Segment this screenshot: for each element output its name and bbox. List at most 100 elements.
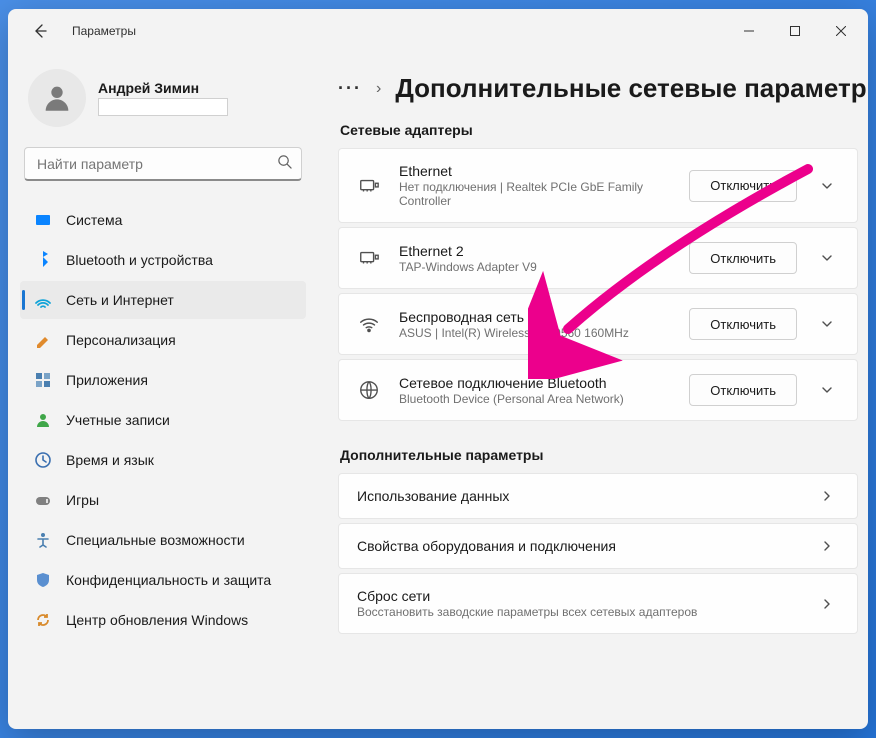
network-icon xyxy=(34,291,52,309)
adapter-text: EthernetНет подключения | Realtek PCIe G… xyxy=(399,163,671,208)
adapter-card: Сетевое подключение BluetoothBluetooth D… xyxy=(338,359,858,421)
person-icon xyxy=(40,81,74,115)
chevron-down-icon xyxy=(821,252,833,264)
accessibility-icon xyxy=(34,531,52,549)
user-row[interactable]: Андрей Зимин xyxy=(20,65,306,137)
chevron-down-icon xyxy=(821,318,833,330)
sidebar-item-label: Учетные записи xyxy=(66,412,170,428)
adapter-subtitle: Нет подключения | Realtek PCIe GbE Famil… xyxy=(399,180,671,208)
setting-card[interactable]: Использование данных xyxy=(338,473,858,519)
adapters-list: EthernetНет подключения | Realtek PCIe G… xyxy=(338,148,858,421)
gaming-icon xyxy=(34,491,52,509)
apps-icon xyxy=(34,371,52,389)
wifi-icon xyxy=(357,312,381,336)
adapter-subtitle: Bluetooth Device (Personal Area Network) xyxy=(399,392,671,406)
update-icon xyxy=(34,611,52,629)
sidebar-item-label: Центр обновления Windows xyxy=(66,612,248,628)
setting-title: Сброс сети xyxy=(357,588,797,604)
chevron-right-icon xyxy=(815,490,839,502)
sidebar-item-bluetooth[interactable]: Bluetooth и устройства xyxy=(20,241,306,279)
sidebar-item-accessibility[interactable]: Специальные возможности xyxy=(20,521,306,559)
arrow-left-icon xyxy=(32,23,48,39)
sidebar-item-label: Bluetooth и устройства xyxy=(66,252,213,268)
avatar xyxy=(28,69,86,127)
titlebar-left: Параметры xyxy=(24,15,136,47)
ethernet-icon xyxy=(357,174,381,198)
settings-window: Параметры Андрей Зимин xyxy=(8,9,868,729)
app-title: Параметры xyxy=(72,24,136,38)
disable-button[interactable]: Отключить xyxy=(689,374,797,406)
user-email-masked xyxy=(98,98,228,116)
sidebar-item-system[interactable]: Система xyxy=(20,201,306,239)
sidebar-item-label: Время и язык xyxy=(66,452,154,468)
bluetooth-icon xyxy=(34,251,52,269)
disable-button[interactable]: Отключить xyxy=(689,308,797,340)
sidebar-item-gaming[interactable]: Игры xyxy=(20,481,306,519)
maximize-icon xyxy=(790,26,800,36)
sidebar-item-label: Персонализация xyxy=(66,332,176,348)
expand-button[interactable] xyxy=(815,252,839,264)
bt-globe-icon xyxy=(357,378,381,402)
sidebar-item-privacy[interactable]: Конфиденциальность и защита xyxy=(20,561,306,599)
adapter-card: Беспроводная сетьASUS | Intel(R) Wireles… xyxy=(338,293,858,355)
adapter-title: Беспроводная сеть xyxy=(399,309,671,325)
sidebar-item-network[interactable]: Сеть и Интернет xyxy=(20,281,306,319)
user-info: Андрей Зимин xyxy=(98,80,228,116)
sidebar-item-apps[interactable]: Приложения xyxy=(20,361,306,399)
chevron-right-icon xyxy=(815,540,839,552)
setting-text: Свойства оборудования и подключения xyxy=(357,538,797,554)
breadcrumb-ellipsis[interactable]: ··· xyxy=(338,78,362,99)
setting-text: Использование данных xyxy=(357,488,797,504)
back-button[interactable] xyxy=(24,15,56,47)
disable-button[interactable]: Отключить xyxy=(689,170,797,202)
additional-list: Использование данных Свойства оборудовани… xyxy=(338,473,858,634)
adapter-text: Ethernet 2TAP-Windows Adapter V9 xyxy=(399,243,671,274)
setting-text: Сброс сетиВосстановить заводские парамет… xyxy=(357,588,797,619)
search-input[interactable] xyxy=(24,147,302,181)
page-title: Дополнительные сетевые параметры xyxy=(395,73,868,104)
close-button[interactable] xyxy=(818,15,864,47)
section-title-adapters: Сетевые адаптеры xyxy=(340,122,858,138)
setting-card[interactable]: Свойства оборудования и подключения xyxy=(338,523,858,569)
expand-button[interactable] xyxy=(815,180,839,192)
section-title-additional: Дополнительные параметры xyxy=(340,447,858,463)
sidebar-item-label: Система xyxy=(66,212,122,228)
adapter-card: EthernetНет подключения | Realtek PCIe G… xyxy=(338,148,858,223)
maximize-button[interactable] xyxy=(772,15,818,47)
breadcrumb: ··· › Дополнительные сетевые параметры xyxy=(338,73,858,104)
chevron-down-icon xyxy=(821,384,833,396)
titlebar: Параметры xyxy=(8,9,868,53)
breadcrumb-separator: › xyxy=(376,80,381,98)
adapter-card: Ethernet 2TAP-Windows Adapter V9 Отключит… xyxy=(338,227,858,289)
ethernet-icon xyxy=(357,246,381,270)
setting-card[interactable]: Сброс сетиВосстановить заводские парамет… xyxy=(338,573,858,634)
adapter-subtitle: TAP-Windows Adapter V9 xyxy=(399,260,671,274)
expand-button[interactable] xyxy=(815,384,839,396)
setting-title: Свойства оборудования и подключения xyxy=(357,538,797,554)
setting-subtitle: Восстановить заводские параметры всех се… xyxy=(357,605,797,619)
body: Андрей Зимин Система Bluetooth и устройст… xyxy=(8,53,868,729)
main-content: ··· › Дополнительные сетевые параметры С… xyxy=(318,53,868,729)
sidebar-item-label: Конфиденциальность и защита xyxy=(66,572,271,588)
sidebar-item-label: Игры xyxy=(66,492,99,508)
user-name: Андрей Зимин xyxy=(98,80,228,96)
sidebar-item-personalization[interactable]: Персонализация xyxy=(20,321,306,359)
disable-button[interactable]: Отключить xyxy=(689,242,797,274)
adapter-text: Сетевое подключение BluetoothBluetooth D… xyxy=(399,375,671,406)
sidebar-item-label: Приложения xyxy=(66,372,148,388)
adapter-subtitle: ASUS | Intel(R) Wireless-AC 9560 160MHz xyxy=(399,326,671,340)
setting-title: Использование данных xyxy=(357,488,797,504)
adapter-title: Ethernet xyxy=(399,163,671,179)
sidebar-item-update[interactable]: Центр обновления Windows xyxy=(20,601,306,639)
expand-button[interactable] xyxy=(815,318,839,330)
adapter-title: Сетевое подключение Bluetooth xyxy=(399,375,671,391)
system-icon xyxy=(34,211,52,229)
nav-list: Система Bluetooth и устройства Сеть и Инте… xyxy=(20,201,306,639)
sidebar-item-accounts[interactable]: Учетные записи xyxy=(20,401,306,439)
minimize-button[interactable] xyxy=(726,15,772,47)
chevron-right-icon xyxy=(815,598,839,610)
sidebar-item-time[interactable]: Время и язык xyxy=(20,441,306,479)
adapter-title: Ethernet 2 xyxy=(399,243,671,259)
sidebar: Андрей Зимин Система Bluetooth и устройст… xyxy=(8,53,318,729)
privacy-icon xyxy=(34,571,52,589)
